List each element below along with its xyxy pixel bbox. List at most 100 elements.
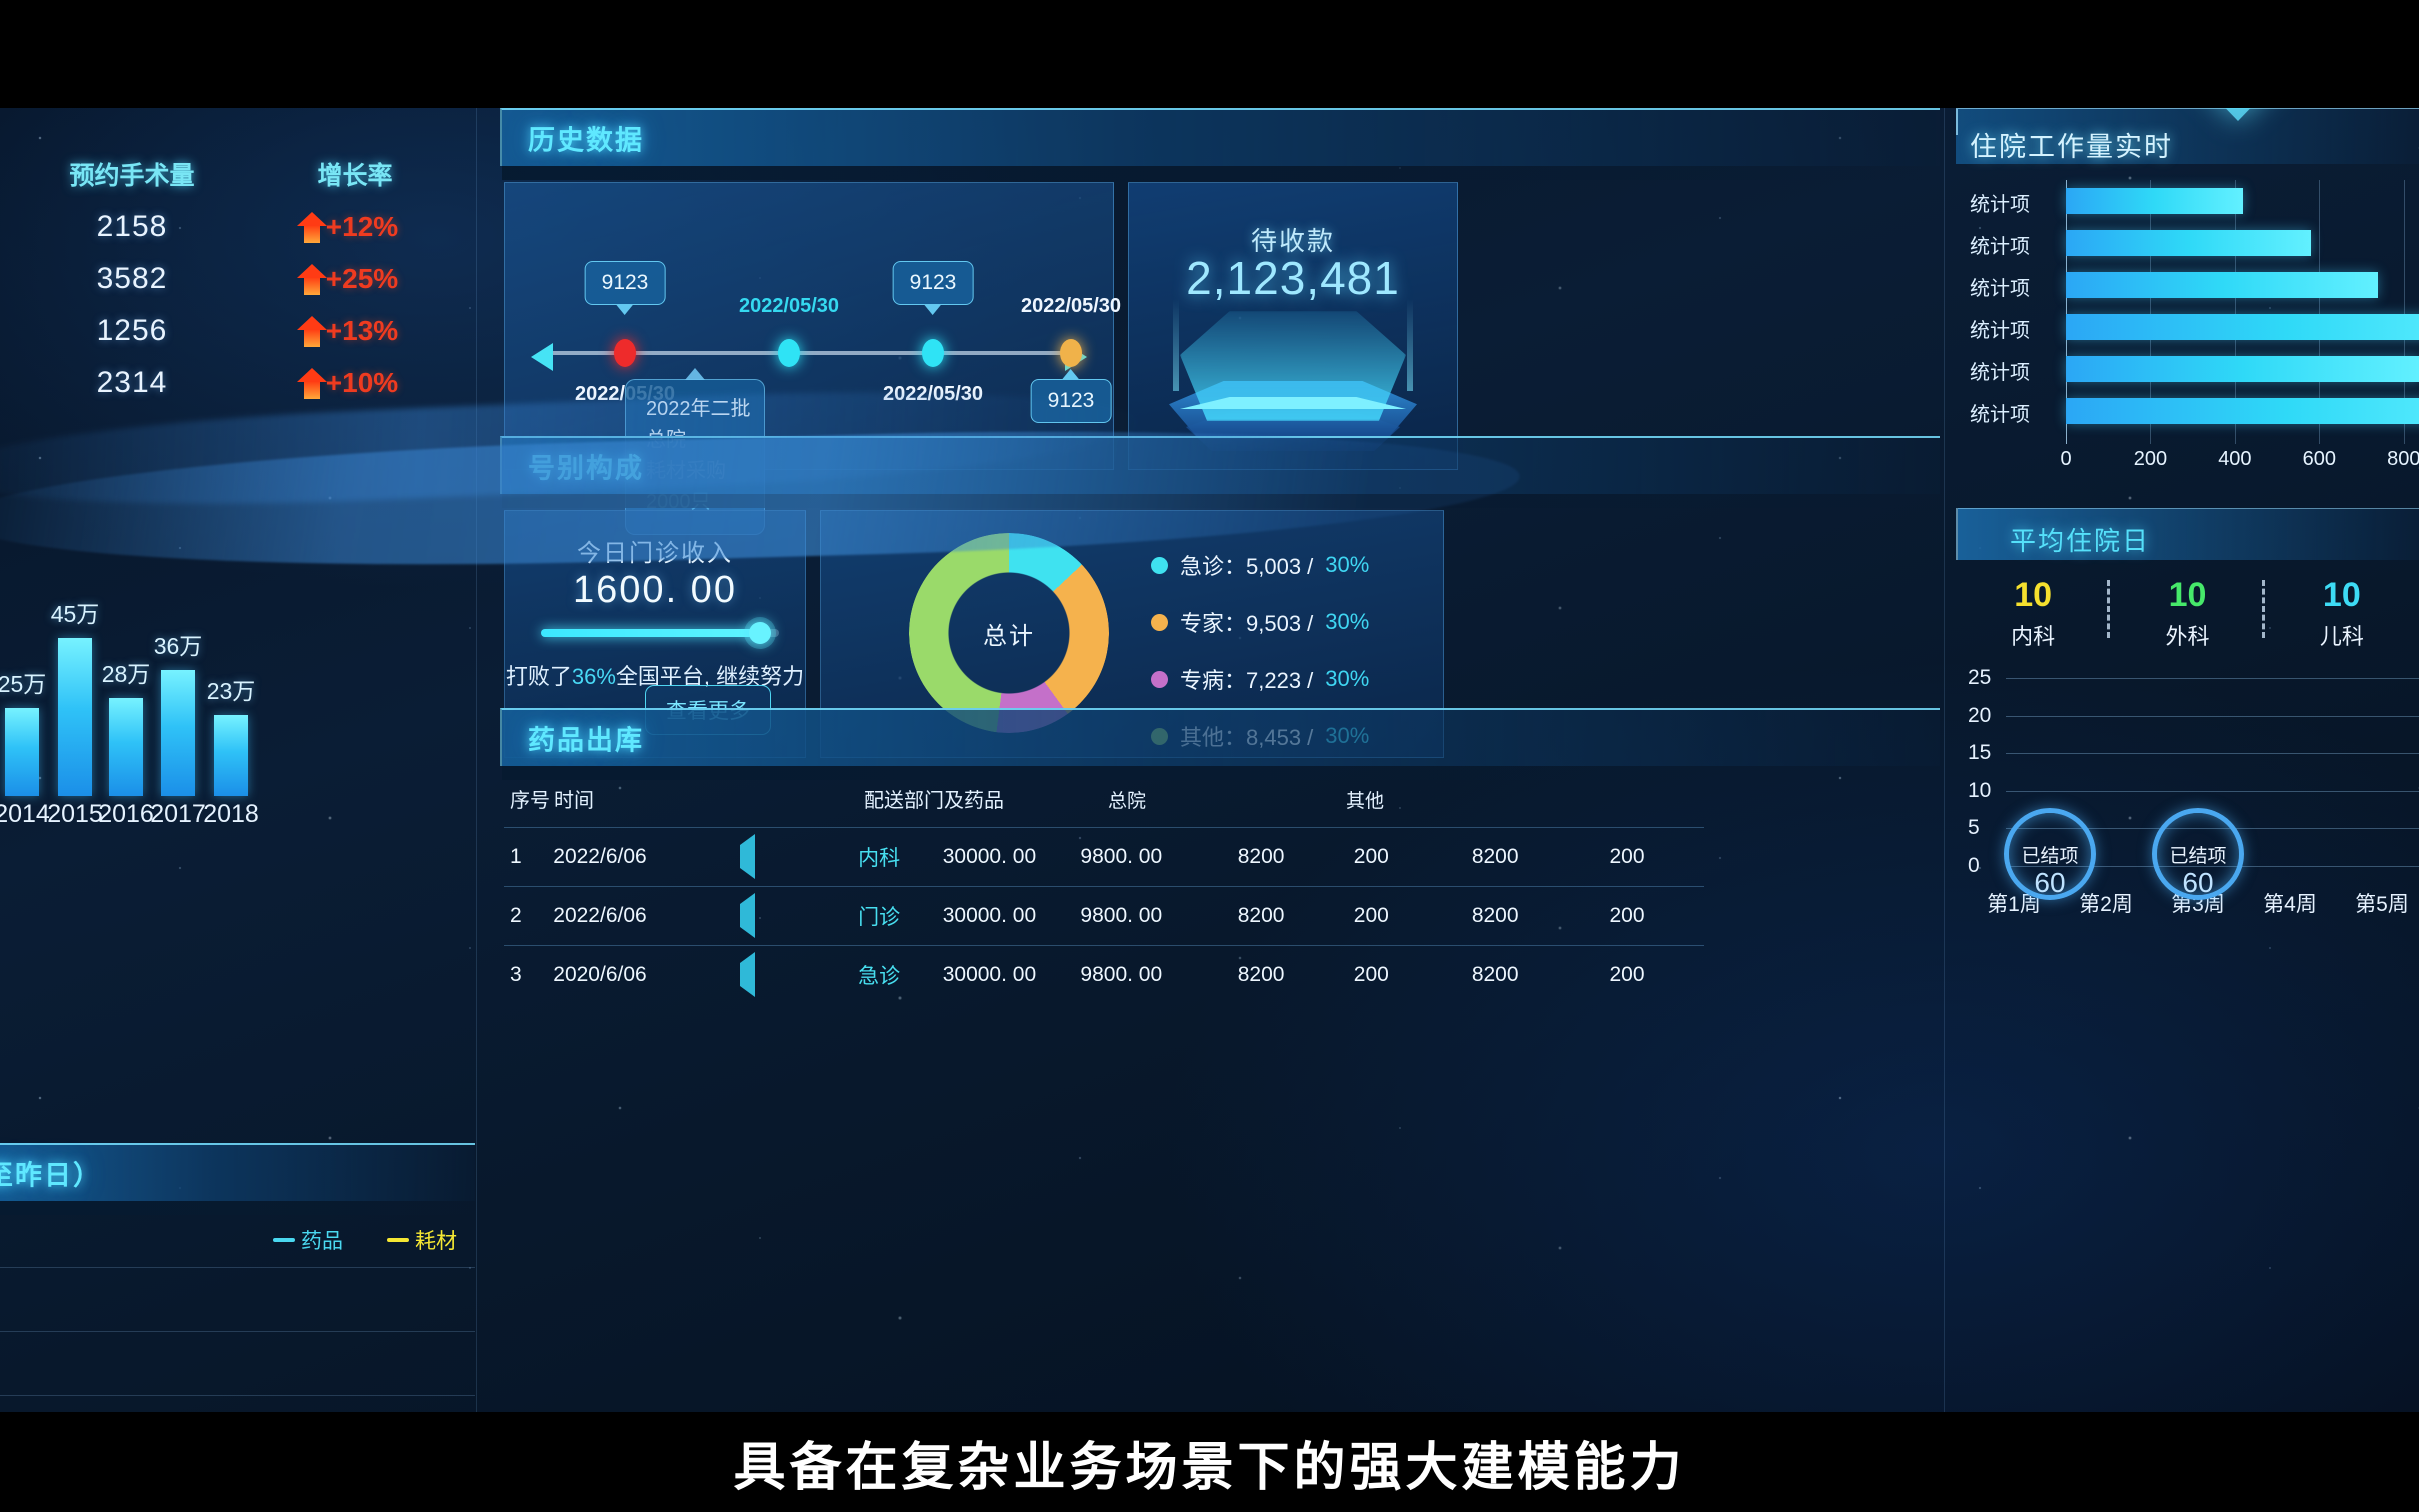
cell-other-qty: 8200 xyxy=(1471,904,1519,927)
project-gauge[interactable]: 已结项 60 xyxy=(2004,808,2096,900)
avg-stat-label: 儿科 xyxy=(2319,624,2364,649)
year-bar: 23万 xyxy=(207,678,255,796)
gridline xyxy=(2006,753,2419,755)
hbar-label: 统计项 xyxy=(1970,362,2030,384)
trend-legend: 药品 耗材 xyxy=(273,1225,457,1255)
year-bar-tick: 2017 xyxy=(150,800,206,828)
timeline-date: 2022/05/30 xyxy=(882,383,984,405)
kpi-value: 2158 xyxy=(96,210,168,243)
col-header-time: 时间 xyxy=(554,790,594,812)
project-gauge[interactable]: 已结项 60 xyxy=(2152,808,2244,900)
legend-percent: 30% xyxy=(1325,552,1370,577)
kpi-rows: 2158 +12% 3582 +25% 1256 +13% 2314 +10% xyxy=(0,210,475,400)
expand-triangle-icon[interactable] xyxy=(740,893,858,938)
video-caption: 具备在复杂业务场景下的强大建模能力 xyxy=(0,1412,2419,1512)
column-divider-left xyxy=(476,108,477,1412)
dashboard-canvas: 预约手术量 增长率 2158 +12% 3582 +25% 1256 +13% 2314 +1… xyxy=(0,108,2419,1412)
cell-other-sub: 200 xyxy=(1609,904,1645,927)
gridline xyxy=(2006,678,2419,679)
donut-legend-item[interactable]: 专家：9,503 / 30% xyxy=(1151,606,1369,638)
y-axis-tick: 15 xyxy=(1968,741,1992,765)
table-row[interactable]: 1 2022/6/06 内科 30000. 00 9800. 00 8200 200 8200… xyxy=(504,827,1704,886)
timeline-arrow-left-icon xyxy=(531,343,553,371)
history-panel: 历史数据 2022/05/30 9123 2022/05/30 2022/05/30 9… xyxy=(500,108,1940,535)
hbar-bar[interactable] xyxy=(2066,314,2419,340)
drug-table-header-row: 序号 时间 配送部门及药品 总院 其他 xyxy=(504,784,1704,827)
kpi-header-growth-rate: 增长率 xyxy=(317,162,393,190)
legend-swatch xyxy=(1151,613,1168,631)
table-row[interactable]: 2 2022/6/06 门诊 30000. 00 9800. 00 8200 200 8200… xyxy=(504,886,1704,945)
hbar-bar[interactable] xyxy=(2066,272,2379,298)
donut-center-label: 总计 xyxy=(983,622,1035,650)
income-progress-slider[interactable] xyxy=(541,622,779,644)
timeline-badge[interactable]: 9123 xyxy=(584,261,666,305)
kpi-growth-value: +25% xyxy=(325,263,399,294)
legend-percent: 30% xyxy=(1325,666,1370,691)
hbar-bar[interactable] xyxy=(2066,188,2244,214)
expand-triangle-icon[interactable] xyxy=(740,834,858,879)
ward-panel-title: 住院工作量实时 xyxy=(1970,132,2173,162)
hbar-label: 统计项 xyxy=(1970,320,2030,342)
timeline-dot[interactable] xyxy=(922,339,944,367)
avg-stat-cells: 10 内科 10 外科 10 儿科 xyxy=(1956,576,2419,651)
timeline-dot[interactable] xyxy=(614,339,636,367)
hbar-bar[interactable] xyxy=(2066,398,2419,424)
hex-beam-right-icon xyxy=(1407,299,1413,391)
detail-line-1: 2022年二批 xyxy=(646,398,751,420)
legend-swatch xyxy=(273,1238,295,1242)
hbar-label: 统计项 xyxy=(1970,194,2030,216)
cell-amount-b: 9800. 00 xyxy=(1080,904,1163,927)
hbar-bar[interactable] xyxy=(2066,356,2419,382)
income-progress-fill xyxy=(541,629,760,637)
screen: 预约手术量 增长率 2158 +12% 3582 +25% 1256 +13% 2314 +1… xyxy=(0,0,2419,1512)
year-bar-label: 45万 xyxy=(50,601,100,627)
cell-index: 1 xyxy=(510,845,522,868)
legend-label: 专家：9,503 / xyxy=(1180,611,1314,636)
timeline-dot[interactable] xyxy=(778,339,800,367)
cell-main-qty: 8200 xyxy=(1237,904,1285,927)
timeline-badge[interactable]: 9123 xyxy=(1030,379,1112,423)
cell-index: 2 xyxy=(510,904,522,927)
legend-swatch xyxy=(387,1238,409,1242)
col-header-shipping: 配送部门及药品 xyxy=(864,790,1004,812)
income-progress-knob[interactable] xyxy=(748,622,771,644)
kpi-header-row: 预约手术量 增长率 xyxy=(0,156,475,192)
left-bottom-panel-header: 至昨日） xyxy=(0,1143,475,1215)
donut-legend-item[interactable]: 急诊：5,003 / 30% xyxy=(1151,549,1369,581)
year-bar-xaxis: 2014 2015 2016 2017 2018 xyxy=(0,800,475,838)
timeline-card: 2022/05/30 9123 2022/05/30 2022/05/30 9123 20… xyxy=(504,182,1121,535)
axis-tick: 0 xyxy=(2060,448,2072,470)
year-bar-label: 36万 xyxy=(153,633,203,659)
donut-legend-item[interactable]: 专病：7,223 / 30% xyxy=(1151,663,1369,695)
year-bar-tick: 2018 xyxy=(203,800,259,828)
cell-main-sub: 200 xyxy=(1353,904,1389,927)
cell-other-sub: 200 xyxy=(1609,963,1645,986)
kpi-growth-value: +10% xyxy=(325,367,399,398)
hbar-row: 统计项 xyxy=(1956,222,2419,264)
legend-item[interactable]: 药品 xyxy=(273,1225,343,1255)
trend-gridlines xyxy=(0,1267,475,1412)
history-panel-header: 历史数据 xyxy=(500,108,1940,180)
column-divider-right xyxy=(1944,108,1945,1412)
left-bottom-panel-title: 至昨日） xyxy=(0,1160,102,1191)
timeline-dot[interactable] xyxy=(1060,339,1082,367)
gauge-value: 60 xyxy=(2182,867,2214,898)
table-row[interactable]: 3 2020/6/06 急诊 30000. 00 9800. 00 8200 200 8200… xyxy=(504,945,1704,1004)
registration-panel-title: 号别构成 xyxy=(528,453,644,484)
receivable-card: 待收款 2,123,481 xyxy=(1128,182,1458,470)
hbar-row: 统计项 xyxy=(1956,390,2419,432)
letterbox-top xyxy=(0,0,2419,108)
timeline-date: 2022/05/30 xyxy=(1020,295,1122,317)
year-bar: 25万 xyxy=(0,671,46,796)
gauge-label: 已结项 xyxy=(2169,846,2227,867)
legend-item[interactable]: 耗材 xyxy=(387,1225,457,1255)
drug-panel-title: 药品出库 xyxy=(528,725,644,756)
hbar-bar[interactable] xyxy=(2066,230,2311,256)
cell-main-qty: 8200 xyxy=(1237,963,1285,986)
expand-triangle-icon[interactable] xyxy=(740,952,858,997)
cell-main-sub: 200 xyxy=(1353,963,1389,986)
axis-tick: 400 xyxy=(2218,448,2252,470)
kpi-growth: +25% xyxy=(250,263,460,295)
timeline-badge[interactable]: 9123 xyxy=(892,261,974,305)
kpi-row: 1256 +13% xyxy=(0,314,475,348)
